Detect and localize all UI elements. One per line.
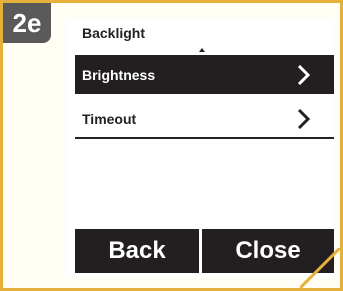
menu-item-brightness[interactable]: Brightness <box>75 55 334 94</box>
scroll-up-indicator-icon <box>199 48 205 52</box>
instruction-frame: 2e Backlight Brightness Timeout Back Clo… <box>0 0 343 291</box>
step-badge: 2e <box>3 3 51 43</box>
menu-item-timeout[interactable]: Timeout <box>75 100 334 139</box>
back-button[interactable]: Back <box>75 229 199 273</box>
chevron-right-icon <box>292 63 316 87</box>
chevron-right-icon <box>292 107 316 131</box>
screen-title: Backlight <box>82 25 146 41</box>
menu-item-label: Timeout <box>82 110 137 127</box>
device-screen: Backlight Brightness Timeout Back Close <box>66 18 334 278</box>
page-corner-fold <box>300 248 340 288</box>
menu-item-label: Brightness <box>82 66 156 83</box>
